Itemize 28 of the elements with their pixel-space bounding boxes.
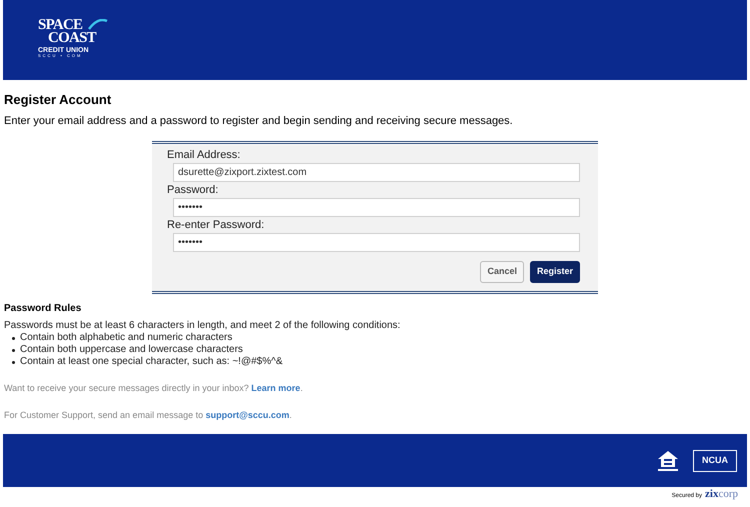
note-text: Want to receive your secure messages directly in your inbox? Learn more. (4, 382, 304, 395)
cancel-button[interactable]: Cancel (480, 261, 524, 283)
register-button[interactable]: Register (530, 261, 580, 283)
rules-text: Passwords must be at least 6 characters in length, and meet 2 of the following conditions: (4, 320, 402, 332)
input-field[interactable]: dsurette@zixport.zixtest.com (173, 163, 580, 182)
bullet-icon (12, 360, 15, 364)
rule-item: Contain both alphabetic and numeric characters (20, 332, 232, 344)
rule-item: Contain at least one special character, such as: ~!@#$%^& (20, 356, 282, 368)
zixcorp-logo: zixcorp (705, 488, 738, 500)
intro-text: Enter your email address and a password to register and begin sending and receiving secure messages. (4, 114, 514, 128)
ncua-badge: NCUA (693, 450, 737, 472)
field-label: Password: (167, 183, 220, 197)
note-text: For Customer Support, send an email message to support@sccu.com. (4, 408, 293, 422)
bullet-icon (12, 348, 15, 352)
learn-more-link[interactable]: Learn more (251, 383, 300, 393)
house-icon (657, 450, 679, 472)
field-label: Re-enter Password: (167, 218, 266, 232)
field-label: Email Address: (167, 148, 242, 162)
swoosh-icon (88, 19, 108, 30)
rule-item: Contain both uppercase and lowercase characters (20, 344, 243, 356)
input-field[interactable]: ••••••• (173, 233, 580, 252)
bullet-icon (12, 336, 15, 340)
support-email-link[interactable]: support@sccu.com (206, 410, 290, 420)
logo-text: COAST (48, 31, 96, 46)
logo-text: SPACE (38, 18, 82, 33)
rules-title: Password Rules (4, 302, 82, 316)
page-title: Register Account (4, 91, 112, 109)
input-field[interactable]: ••••••• (173, 198, 580, 217)
